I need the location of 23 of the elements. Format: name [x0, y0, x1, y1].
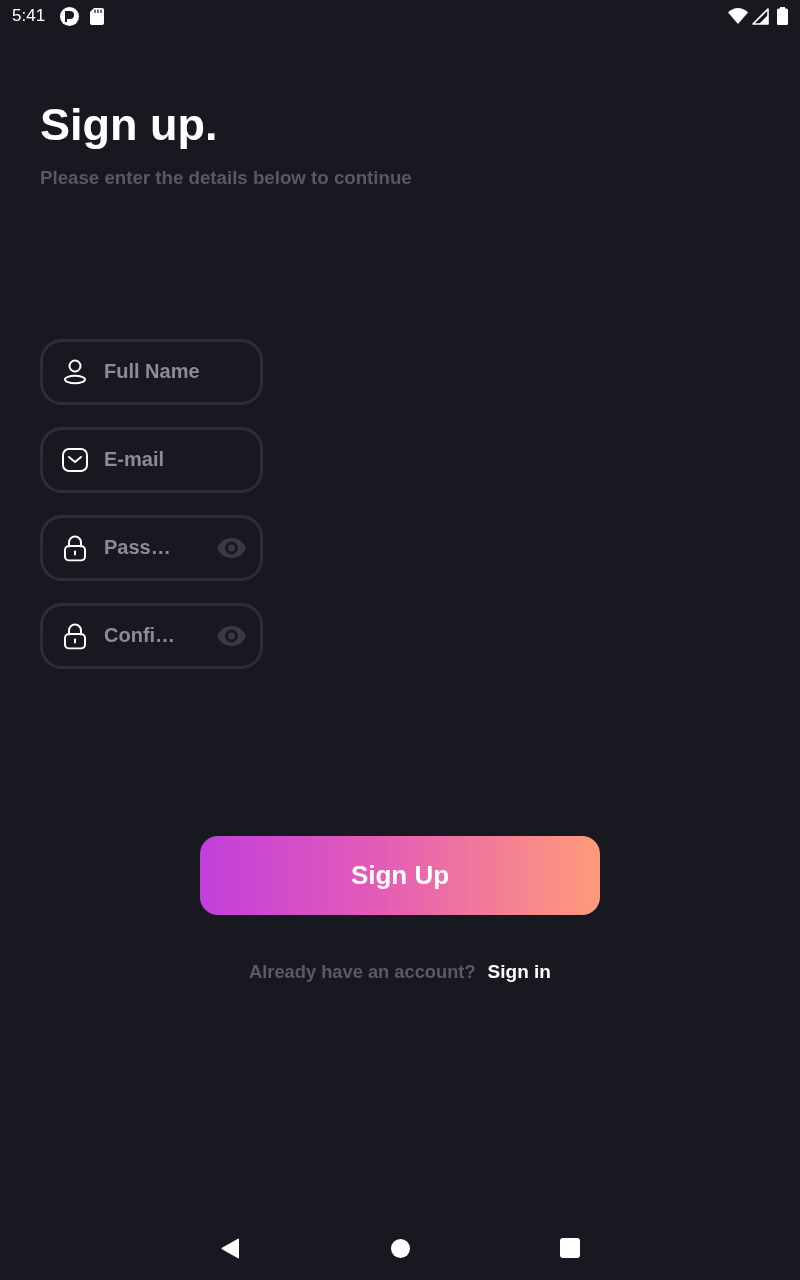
sd-card-icon: [90, 7, 105, 25]
recents-icon[interactable]: [560, 1238, 580, 1258]
battery-icon: [777, 7, 788, 25]
home-icon[interactable]: [390, 1238, 410, 1258]
person-icon: [63, 358, 87, 385]
wifi-icon: [728, 8, 748, 24]
page-title: Sign up.: [40, 100, 218, 150]
lock-icon: [64, 622, 86, 650]
input-field[interactable]: Full Name: [40, 338, 263, 405]
status-time: 5:41: [12, 6, 46, 26]
input-field[interactable]: E-mail: [40, 426, 263, 493]
lock-icon: [64, 534, 86, 562]
page-subtitle: Please enter the details below to continue: [40, 166, 412, 189]
account-prompt: Already have an account?: [249, 960, 476, 983]
sign-in-link[interactable]: Sign in: [487, 960, 551, 983]
mail-icon: [62, 447, 88, 472]
back-icon[interactable]: [220, 1237, 240, 1259]
signal-icon: [752, 7, 769, 25]
round-logo-icon: [60, 6, 80, 26]
input-field[interactable]: Pass…: [40, 514, 263, 581]
input-field[interactable]: Confi…: [40, 602, 263, 669]
eye-icon[interactable]: [217, 537, 246, 558]
eye-icon[interactable]: [217, 625, 246, 646]
